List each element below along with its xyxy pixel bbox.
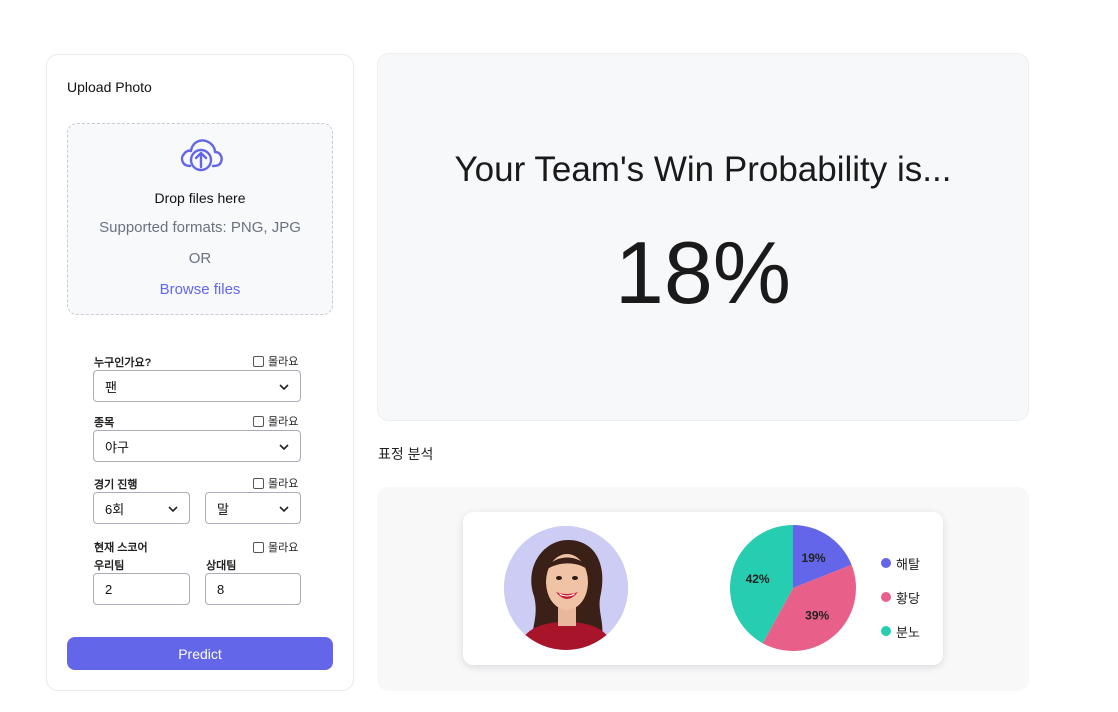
progress-label: 경기 진행 [94, 479, 138, 491]
legend-label: 황당 [896, 590, 920, 606]
sport-unknown-checkbox[interactable]: 몰라요 [253, 413, 298, 429]
chevron-down-icon [168, 506, 178, 513]
expression-analysis-label: 표정 분석 [378, 446, 434, 462]
score-label: 현재 스코어 [94, 542, 148, 554]
cloud-upload-icon [180, 139, 223, 172]
drop-files-text: Drop files here [154, 190, 246, 206]
who-label: 누구인가요? [94, 357, 152, 369]
chevron-down-icon [279, 384, 289, 391]
pie-slice-label: 19% [802, 551, 826, 565]
legend-item: 해탈 [881, 546, 920, 580]
pie-slice-label: 39% [805, 608, 829, 622]
our-score-input[interactable]: 2 [93, 573, 190, 605]
unknown-label: 몰라요 [268, 478, 299, 490]
who-unknown-checkbox[interactable]: 몰라요 [253, 353, 298, 369]
checkbox-icon[interactable] [253, 541, 264, 553]
sport-label: 종목 [94, 417, 115, 429]
their-score-input[interactable]: 8 [205, 573, 301, 605]
half-select-value: 말 [217, 501, 229, 517]
chevron-down-icon [279, 444, 289, 451]
browse-files-link[interactable]: Browse files [68, 281, 332, 298]
unknown-label: 몰라요 [268, 542, 299, 554]
expression-analysis-panel: 19% 39% 42% 해탈 황당 분노 [377, 487, 1029, 691]
checkbox-icon[interactable] [253, 477, 264, 489]
legend-item: 황당 [881, 580, 920, 614]
their-score-value: 8 [217, 581, 225, 597]
legend-dot [881, 592, 891, 602]
upload-title: Upload Photo [67, 79, 152, 95]
face-photo-illustration [504, 526, 628, 650]
face-photo [504, 526, 628, 650]
inning-select[interactable]: 6회 [93, 492, 190, 524]
inning-select-value: 6회 [105, 501, 125, 517]
sport-select[interactable]: 야구 [93, 430, 301, 462]
who-select[interactable]: 팬 [93, 370, 301, 402]
chevron-down-icon [279, 506, 289, 513]
unknown-label: 몰라요 [268, 356, 299, 368]
expression-pie-chart: 19% 39% 42% [730, 525, 856, 651]
predict-button[interactable]: Predict [67, 637, 333, 670]
progress-unknown-checkbox[interactable]: 몰라요 [253, 475, 298, 491]
our-score-value: 2 [105, 581, 113, 597]
legend-item: 분노 [881, 614, 920, 648]
pie-legend: 해탈 황당 분노 [881, 546, 920, 648]
legend-label: 해탈 [896, 556, 920, 572]
sport-select-value: 야구 [105, 439, 129, 455]
legend-dot [881, 558, 891, 568]
half-select[interactable]: 말 [205, 492, 301, 524]
score-unknown-checkbox[interactable]: 몰라요 [253, 539, 298, 555]
supported-formats-text: Supported formats: PNG, JPG [99, 219, 301, 236]
who-select-value: 팬 [105, 379, 117, 395]
upload-panel: Upload Photo Drop files here Supported f… [46, 54, 354, 691]
or-text: OR [188, 250, 212, 267]
checkbox-icon[interactable] [253, 355, 264, 367]
their-team-label: 상대팀 [206, 560, 237, 572]
win-probability-card: Your Team's Win Probability is... 18% [377, 53, 1029, 421]
win-probability-value: 18% [614, 223, 792, 322]
file-dropzone[interactable]: Drop files here Supported formats: PNG, … [67, 123, 333, 315]
legend-dot [881, 626, 891, 636]
checkbox-icon[interactable] [253, 415, 264, 427]
expression-analysis-card: 19% 39% 42% 해탈 황당 분노 [463, 512, 943, 665]
unknown-label: 몰라요 [268, 416, 299, 428]
win-probability-title: Your Team's Win Probability is... [454, 150, 952, 189]
pie-slice-label: 42% [746, 572, 770, 586]
our-team-label: 우리팀 [94, 560, 125, 572]
legend-label: 분노 [896, 624, 920, 640]
